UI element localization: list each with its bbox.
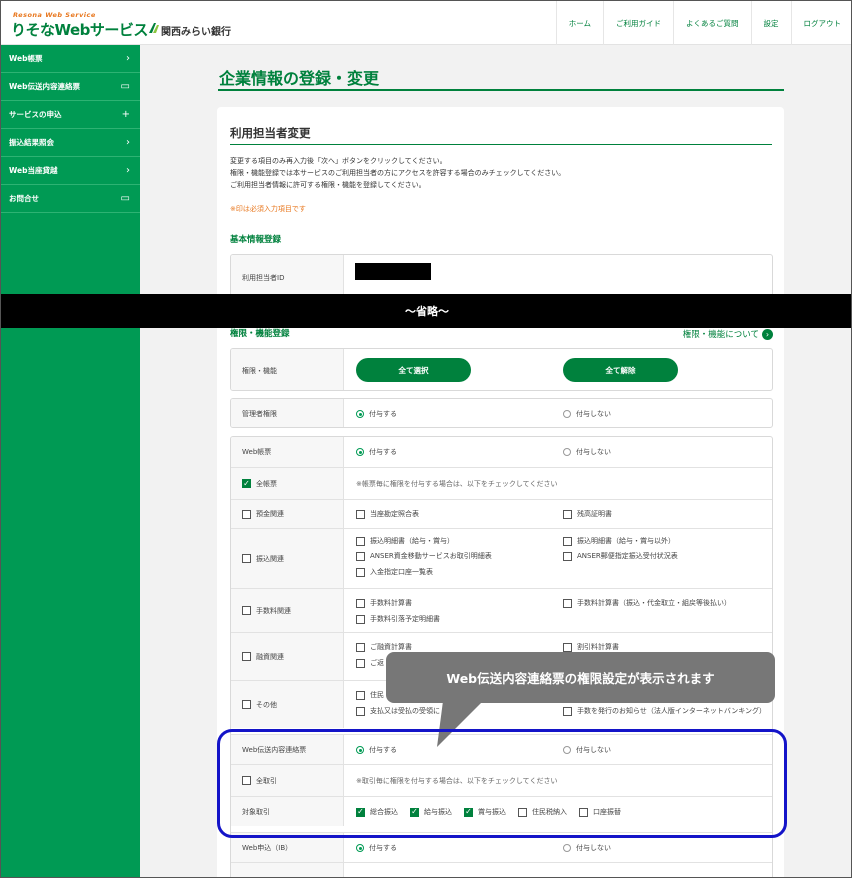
sidebar: Web帳票 › Web伝送内容連絡票 ▭ サービスの申込 + 振込結果照会 › Web当… — [1, 45, 140, 877]
transfer-checkbox[interactable]: 振込関連 — [242, 554, 284, 564]
user-id-row: 利用担当者ID — [231, 255, 772, 298]
sidebar-item-contact[interactable]: お問合せ ▭ — [1, 185, 140, 213]
deposit-row: 預金関連 当座勘定照合表 残高証明書 — [231, 499, 772, 528]
sidebar-item-service-apply[interactable]: サービスの申込 + — [1, 101, 140, 129]
window-icon: ▭ — [120, 81, 130, 92]
sidebar-item-label: Web当座貸越 — [9, 166, 58, 175]
basic-info-table: 利用担当者ID — [230, 254, 773, 299]
deposit-checkbox[interactable]: 預金関連 — [242, 509, 284, 519]
nav-guide[interactable]: ご利用ガイド — [603, 1, 673, 45]
sidebar-item-web-dentsou[interactable]: Web伝送内容連絡票 ▭ — [1, 73, 140, 101]
window-icon: ▭ — [120, 193, 130, 204]
sidebar-item-label: Web帳票 — [9, 54, 43, 63]
form-checkbox[interactable]: 振込明細書（給与・賞与） — [356, 536, 454, 546]
loan-checkbox[interactable]: 融資関連 — [242, 652, 284, 662]
auth-info-link[interactable]: 権限・機能について › — [683, 328, 773, 340]
highlight-frame — [217, 729, 787, 838]
nav-logout[interactable]: ログアウト — [790, 1, 852, 45]
radio-selected-icon — [356, 844, 364, 852]
plus-icon: + — [121, 109, 130, 120]
radio-selected-icon — [356, 410, 364, 418]
sidebar-item-label: Web伝送内容連絡票 — [9, 82, 80, 91]
sidebar-item-label: サービスの申込 — [9, 110, 62, 119]
sidebar-item-overdraft[interactable]: Web当座貸越 › — [1, 157, 140, 185]
check-icon: ✓ — [242, 478, 251, 488]
form-checkbox[interactable]: 手数料計算書 — [356, 598, 412, 608]
fee-row: 手数料関連 手数料計算書 手数料計算書（振込・代金取立・組戻等後払い） 手数料引… — [231, 588, 772, 632]
chevron-right-icon: › — [126, 137, 130, 148]
form-checkbox[interactable]: 残高証明書 — [563, 509, 612, 519]
radio-empty-icon — [563, 448, 571, 456]
bank-name: 関西みらい銀行 — [161, 27, 231, 38]
clear-all-button[interactable]: 全て解除 — [563, 358, 678, 382]
chevron-right-icon: › — [126, 165, 130, 176]
sidebar-item-web-forms[interactable]: Web帳票 › — [1, 45, 140, 73]
web-forms-row: Web帳票 付与する 付与しない — [231, 437, 772, 467]
sidebar-item-transfer-results[interactable]: 振込結果照会 › — [1, 129, 140, 157]
admin-table: 管理者権限 付与する 付与しない — [230, 398, 773, 428]
instruction-line: ご利用担当者情報に許可する権限・機能を登録してください。 — [230, 181, 426, 189]
form-checkbox[interactable]: ご返 — [356, 658, 384, 668]
form-checkbox[interactable]: ご融資計算書 — [356, 642, 412, 652]
form-checkbox[interactable]: ANSER郵便指定振込受付状況表 — [563, 551, 678, 561]
instruction-line: 変更する項目のみ再入力後「次へ」ボタンをクリックしてください。 — [230, 157, 447, 165]
basic-info-heading: 基本情報登録 — [230, 235, 282, 245]
header: Resona Web Service りそなWebサービス 関西みらい銀行 ホー… — [1, 1, 852, 45]
fee-checkbox[interactable]: 手数料関連 — [242, 606, 291, 616]
form-checkbox[interactable]: 割引料計算書 — [563, 642, 619, 652]
section-title: 利用担当者変更 — [230, 125, 772, 145]
all-forms-note: ※帳票毎に権限を付与する場合は、以下をチェックしてください — [356, 480, 558, 488]
web-forms-grant-radio[interactable]: 付与する — [356, 447, 397, 457]
radio-empty-icon — [563, 844, 571, 852]
radio-empty-icon — [563, 410, 571, 418]
select-all-button[interactable]: 全て選択 — [356, 358, 471, 382]
nav-home[interactable]: ホーム — [555, 1, 603, 45]
user-id-label: 利用担当者ID — [231, 255, 344, 298]
service-logo[interactable]: りそなWebサービス — [11, 19, 148, 40]
page-title: 企業情報の登録・変更 — [218, 65, 784, 91]
web-apply-nogrant-radio[interactable]: 付与しない — [563, 843, 611, 853]
arrow-right-icon: › — [762, 328, 773, 340]
all-forms-checkbox[interactable]: ✓ 全帳票 — [242, 479, 277, 489]
form-checkbox[interactable]: 手数料引落予定明細書 — [356, 614, 440, 624]
radio-selected-icon — [356, 448, 364, 456]
auth-heading: 権限・機能登録 — [230, 329, 290, 339]
transfer-row: 振込関連 振込明細書（給与・賞与） 振込明細書（給与・賞与以外） ANSER資金… — [231, 528, 772, 588]
form-checkbox[interactable]: 支払又は受払の受領に — [356, 706, 440, 716]
form-checkbox[interactable]: 入金指定口座一覧表 — [356, 567, 433, 577]
web-forms-label: Web帳票 — [231, 437, 344, 467]
omitted-banner: 〜省略〜 — [1, 294, 851, 328]
web-forms-nogrant-radio[interactable]: 付与しない — [563, 447, 611, 457]
instruction-line: 権限・機能登録では本サービスのご利用担当者の方にアクセスを許容する場合のみチェッ… — [230, 169, 566, 177]
sidebar-item-label: 振込結果照会 — [9, 138, 54, 147]
form-checkbox[interactable]: 手数料計算書（振込・代金取立・組戻等後払い） — [563, 598, 731, 608]
nav-faq[interactable]: よくあるご質問 — [673, 1, 751, 45]
form-checkbox[interactable]: 住民 — [356, 690, 384, 700]
bank-logo-icon — [149, 23, 159, 33]
form-checkbox[interactable]: 振込明細書（給与・賞与以外） — [563, 536, 675, 546]
admin-nogrant-radio[interactable]: 付与しない — [563, 409, 611, 419]
required-note: ※印は必須入力項目です — [230, 205, 306, 213]
form-checkbox[interactable]: 当座勘定照合表 — [356, 509, 419, 519]
auth-row-label: 権限・機能 — [231, 349, 344, 390]
admin-label: 管理者権限 — [231, 399, 344, 427]
top-nav: ホーム ご利用ガイド よくあるご質問 設定 ログアウト — [555, 1, 852, 45]
annotation-callout: Web伝送内容連絡票の権限設定が表示されます — [386, 652, 775, 703]
web-apply-grant-radio[interactable]: 付与する — [356, 843, 397, 853]
admin-grant-radio[interactable]: 付与する — [356, 409, 397, 419]
screenshot-frame: Resona Web Service りそなWebサービス 関西みらい銀行 ホー… — [0, 0, 852, 878]
nav-settings[interactable]: 設定 — [750, 1, 791, 45]
chevron-right-icon: › — [126, 53, 130, 64]
other-checkbox[interactable]: その他 — [242, 700, 277, 710]
redacted-user-id — [355, 263, 431, 280]
logo-tagline: Resona Web Service — [13, 11, 96, 19]
form-checkbox[interactable]: 手数を発行のお知らせ（法人版インターネットバンキング） — [563, 706, 766, 716]
instructions: 変更する項目のみ再入力後「次へ」ボタンをクリックしてください。 権限・機能登録で… — [230, 155, 565, 191]
form-checkbox[interactable]: ANSER資金移動サービスお取引明細表 — [356, 551, 492, 561]
auth-link-label: 権限・機能について — [682, 330, 759, 340]
sidebar-item-label: お問合せ — [9, 194, 39, 203]
auth-select-table: 権限・機能 全て選択 全て解除 — [230, 348, 773, 391]
all-forms-row: ✓ 全帳票 ※帳票毎に権限を付与する場合は、以下をチェックしてください — [231, 467, 772, 499]
